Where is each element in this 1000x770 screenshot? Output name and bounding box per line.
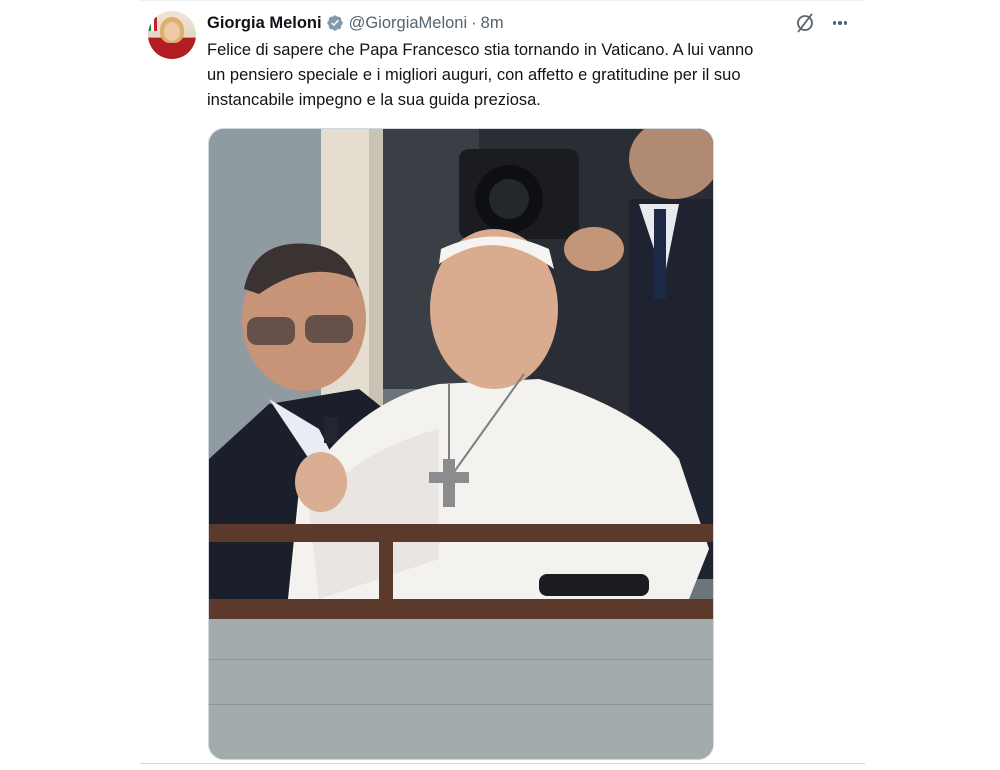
tweet-text: Felice di sapere che Papa Francesco stia… xyxy=(207,38,857,113)
verified-badge-icon[interactable] xyxy=(326,14,344,32)
flag-icon xyxy=(148,17,157,31)
tweet-photo[interactable] xyxy=(208,128,714,760)
tweet-card[interactable]: Giorgia Meloni @GiorgiaMeloni · 8m Felic… xyxy=(140,0,865,770)
tweet-text-line: un pensiero speciale e i migliori auguri… xyxy=(207,66,741,84)
more-options-icon[interactable] xyxy=(828,12,852,34)
separator-dot: · xyxy=(471,13,477,32)
tweet-text-line: instancabile impegno e la sua guida prez… xyxy=(207,91,541,109)
grok-icon[interactable] xyxy=(795,13,815,33)
avatar[interactable] xyxy=(148,11,196,59)
author-name[interactable]: Giorgia Meloni xyxy=(207,14,322,33)
tweet-text-line: Felice di sapere che Papa Francesco stia… xyxy=(207,41,754,59)
timestamp[interactable]: 8m xyxy=(481,14,504,33)
divider xyxy=(140,763,865,764)
author-handle[interactable]: @GiorgiaMeloni xyxy=(349,14,468,33)
photo-pope-on-balcony xyxy=(209,129,713,759)
tweet-header: Giorgia Meloni @GiorgiaMeloni · 8m xyxy=(207,13,504,33)
divider xyxy=(140,0,865,1)
